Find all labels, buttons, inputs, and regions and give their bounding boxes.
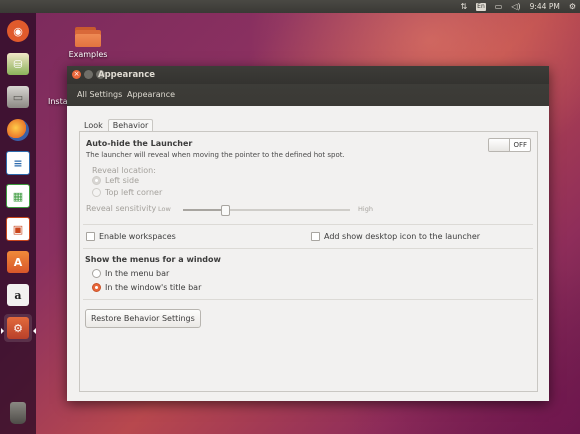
trash-button[interactable] [4, 399, 32, 427]
amazon-button[interactable]: a [4, 281, 32, 309]
reveal-top-left-option[interactable]: Top left corner [92, 188, 162, 197]
slider-knob[interactable] [221, 205, 230, 216]
amazon-icon: a [7, 284, 29, 306]
sort-arrows-icon[interactable]: ⇅ [460, 0, 467, 13]
enable-workspaces-checkbox-row[interactable]: Enable workspaces [86, 232, 176, 241]
reveal-left-side-label: Left side [105, 176, 139, 185]
desktop-icon-label: Examples [68, 50, 108, 59]
software-center-icon: A [7, 251, 29, 273]
show-desktop-label: Add show desktop icon to the launcher [324, 232, 481, 241]
files-app-icon: ▭ [7, 86, 29, 108]
firefox-button[interactable] [4, 116, 32, 144]
reveal-sensitivity-label: Reveal sensitivity [86, 204, 157, 213]
toggle-knob [489, 139, 510, 151]
calc-icon: ▦ [6, 184, 30, 208]
autohide-description: The launcher will reveal when moving the… [86, 151, 345, 159]
system-settings-button[interactable]: ⚙ [4, 314, 32, 342]
sensitivity-low-label: Low [158, 205, 171, 213]
enable-workspaces-checkbox[interactable] [86, 232, 95, 241]
menus-in-title-bar-option[interactable]: In the window's title bar [92, 283, 201, 292]
reveal-location-label: Reveal location: [92, 166, 156, 175]
desktop-icon-partial-label[interactable]: Insta [48, 97, 68, 106]
files-app-button[interactable]: ▭ [4, 83, 32, 111]
breadcrumb-all-settings[interactable]: All Settings [77, 88, 122, 102]
restore-behavior-settings-button[interactable]: Restore Behavior Settings [85, 309, 201, 328]
reveal-top-left-label: Top left corner [105, 188, 163, 197]
firefox-icon [7, 119, 29, 141]
backup-app-icon: ⛁ [7, 53, 29, 75]
calc-button[interactable]: ▦ [4, 182, 32, 210]
autohide-title: Auto-hide the Launcher [86, 139, 193, 148]
trash-icon [10, 402, 26, 424]
writer-icon: ≡ [6, 151, 30, 175]
reveal-left-side-option[interactable]: Left side [92, 176, 139, 185]
system-tray: ⇅ En ▭ ◁) 9:44 PM ⚙ [460, 0, 576, 13]
autohide-toggle[interactable]: OFF [488, 138, 531, 152]
volume-icon[interactable]: ◁) [511, 0, 520, 13]
close-icon[interactable]: × [72, 70, 81, 79]
breadcrumb-appearance[interactable]: Appearance [127, 88, 175, 102]
focused-indicator-icon [33, 328, 36, 334]
clock[interactable]: 9:44 PM [530, 2, 560, 11]
menus-section-title: Show the menus for a window [85, 255, 221, 264]
breadcrumb: All Settings Appearance [67, 84, 549, 106]
keyboard-lang-icon[interactable]: En [476, 2, 486, 11]
menus-in-menu-bar-option[interactable]: In the menu bar [92, 269, 169, 278]
reveal-sensitivity-slider[interactable] [183, 205, 350, 216]
top-panel: ⇅ En ▭ ◁) 9:44 PM ⚙ [0, 0, 580, 13]
sensitivity-high-label: High [358, 205, 373, 213]
ubuntu-dash-icon: ◉ [7, 20, 29, 42]
folder-icon [75, 27, 101, 47]
system-settings-icon: ⚙ [7, 317, 29, 339]
show-desktop-checkbox[interactable] [311, 232, 320, 241]
divider [83, 248, 533, 249]
desktop-icon-examples[interactable]: Examples [68, 27, 108, 59]
enable-workspaces-label: Enable workspaces [99, 232, 176, 241]
launcher: ◉ ⛁ ▭ ≡ ▦ ▣ A a ⚙ [0, 13, 36, 434]
toggle-state-label: OFF [513, 141, 527, 149]
minimize-icon[interactable] [84, 70, 93, 79]
radio-menu-bar[interactable] [92, 269, 101, 278]
divider [83, 224, 533, 225]
settings-gear-icon[interactable]: ⚙ [569, 0, 576, 13]
writer-button[interactable]: ≡ [4, 149, 32, 177]
ubuntu-dash-button[interactable]: ◉ [4, 17, 32, 45]
behavior-panel: Auto-hide the Launcher The launcher will… [79, 131, 538, 392]
battery-icon[interactable]: ▭ [495, 0, 503, 13]
radio-left-side[interactable] [92, 176, 101, 185]
appearance-window: × Appearance All Settings Appearance Loo… [67, 66, 549, 401]
impress-button[interactable]: ▣ [4, 215, 32, 243]
backup-app-button[interactable]: ⛁ [4, 50, 32, 78]
window-title: Appearance [98, 70, 156, 80]
window-titlebar[interactable]: × Appearance [67, 66, 549, 84]
menus-in-menu-bar-label: In the menu bar [105, 269, 170, 278]
menus-in-title-bar-label: In the window's title bar [105, 283, 202, 292]
radio-top-left[interactable] [92, 188, 101, 197]
divider [83, 299, 533, 300]
show-desktop-checkbox-row[interactable]: Add show desktop icon to the launcher [311, 232, 480, 241]
impress-icon: ▣ [6, 217, 30, 241]
slider-fill [183, 209, 225, 211]
radio-title-bar[interactable] [92, 283, 101, 292]
software-center-button[interactable]: A [4, 248, 32, 276]
